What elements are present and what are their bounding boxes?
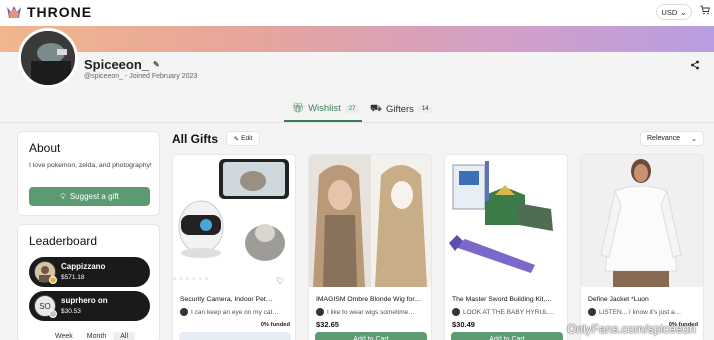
tab-wishlist-label: Wishlist — [308, 103, 341, 114]
period-all[interactable]: All — [113, 332, 136, 340]
sort-select[interactable]: Relevance ⌄ — [640, 131, 704, 146]
add-to-cart-button[interactable]: Add to Cart — [451, 332, 563, 340]
currency-value: USD — [661, 7, 678, 17]
profile-name: Spiceeon_ ✎ — [84, 57, 160, 72]
rank-medal-icon — [49, 276, 57, 284]
gifter-name: Cappizzano — [61, 262, 106, 271]
heart-icon[interactable]: ♡ — [276, 276, 284, 287]
gift-card[interactable]: ○ ○ ○ ○ ○ ○ ♡ Security Camera, Indoor Pe… — [172, 154, 296, 340]
currency-select[interactable]: USD ⌄ — [656, 4, 692, 20]
lightbulb-icon: 💡︎ — [60, 191, 66, 201]
logo[interactable]: THRONE — [6, 4, 92, 20]
image-carousel-dots[interactable]: ○ ○ ○ ○ ○ ○ — [173, 276, 209, 282]
gifter-amount: $571.18 — [61, 274, 85, 281]
gift-note-text: I like to wear wigs sometime… — [327, 308, 415, 316]
gift-note-text: LOOK AT THE BABY HYRUL… — [463, 308, 555, 316]
rank-medal-icon — [49, 310, 57, 318]
suggest-gift-button[interactable]: 💡︎ Suggest a gift — [29, 187, 150, 206]
gift-price: $32.65 — [316, 320, 339, 329]
sort-value: Relevance — [647, 135, 681, 142]
tab-wishlist-count: 27 — [344, 104, 360, 113]
gift-note-text: LISTEN... I know it's just a… — [599, 308, 682, 316]
gift-note: I can keep an eye on my cat… — [180, 307, 292, 317]
profile-banner — [0, 26, 714, 52]
chevron-down-icon: ⌄ — [680, 7, 687, 17]
leaderboard-card: Leaderboard Cappizzano $571.18 SO suprhe… — [17, 224, 160, 340]
gift-image — [173, 155, 295, 287]
tab-gifters-count: 14 — [417, 105, 433, 113]
gift-image — [309, 155, 431, 287]
gift-note: I like to wear wigs sometime… — [316, 307, 428, 317]
gift-price: $30.49 — [452, 320, 475, 329]
about-title: About — [29, 141, 61, 155]
add-to-cart-button[interactable]: Add to Cart — [315, 332, 427, 340]
gift-image — [581, 155, 703, 287]
leaderboard-entry[interactable]: SO suprhero on $30.53 — [29, 291, 150, 321]
note-avatar — [180, 308, 188, 316]
watermark-text: OnlyFans.com/spiceeon — [567, 322, 696, 336]
all-gifts-title: All Gifts — [172, 132, 219, 146]
gifters-icon: ⛟ — [370, 103, 382, 114]
profile-avatar — [18, 28, 78, 88]
leaderboard-period-tabs: Week Month All — [48, 332, 136, 340]
gift-card[interactable]: The Master Sword Building Kit,… LOOK AT … — [444, 154, 568, 340]
gift-note: LISTEN... I know it's just a… — [588, 307, 700, 317]
tab-gifters-label: Gifters — [385, 103, 414, 115]
suggest-gift-label: Suggest a gift — [69, 192, 119, 201]
edit-button[interactable]: ✎ Edit — [226, 131, 260, 146]
tab-gifters[interactable]: ⛟ Gifters 14 — [370, 103, 433, 115]
cart-icon[interactable] — [700, 5, 710, 18]
logo-text: THRONE — [27, 4, 93, 20]
profile-tabs: 🎁︎ Wishlist 27 ⛟ Gifters 14 — [0, 98, 714, 124]
about-text: I love pokemon, zelda, and photography! — [29, 162, 152, 169]
pencil-icon: ✎ — [233, 135, 240, 143]
leaderboard-title: Leaderboard — [29, 234, 98, 248]
share-icon[interactable] — [690, 60, 700, 73]
period-week[interactable]: Week — [48, 332, 80, 340]
gift-note-text: I can keep an eye on my cat… — [191, 308, 279, 316]
gift-image — [445, 155, 567, 287]
gift-icon: 🎁︎ — [292, 103, 305, 114]
tabs-divider — [0, 122, 714, 123]
edit-pencil-icon[interactable]: ✎ — [153, 60, 160, 69]
gift-action-button[interactable] — [179, 332, 291, 340]
gift-card[interactable]: Define Jacket *Luon LISTEN... I know it'… — [580, 154, 704, 340]
leaderboard-entry[interactable]: Cappizzano $571.18 — [29, 257, 150, 287]
period-month[interactable]: Month — [80, 332, 113, 340]
gift-note: LOOK AT THE BABY HYRUL… — [452, 307, 564, 317]
gift-title: IMAGISM Ombre Blonde Wig for… — [316, 296, 422, 303]
crown-logo-icon — [7, 6, 21, 18]
note-avatar — [316, 308, 324, 316]
gift-card[interactable]: IMAGISM Ombre Blonde Wig for… I like to … — [308, 154, 432, 340]
gift-title: The Master Sword Building Kit,… — [452, 296, 553, 303]
chevron-down-icon: ⌄ — [691, 135, 697, 143]
top-nav: THRONE USD ⌄ — [0, 0, 714, 26]
gift-title: Define Jacket *Luon — [588, 296, 649, 303]
tab-wishlist[interactable]: 🎁︎ Wishlist 27 — [292, 103, 360, 114]
gifter-amount: $30.53 — [61, 308, 81, 315]
profile-name-text: Spiceeon_ — [84, 57, 150, 72]
gifter-name: suprhero on — [61, 296, 108, 305]
gift-title: Security Camera, Indoor Pet… — [180, 296, 273, 303]
profile-handle-joined: @spiceeon_ - Joined February 2023 — [84, 73, 198, 80]
gift-funded: 0% funded — [260, 322, 290, 328]
note-avatar — [452, 308, 460, 316]
note-avatar — [588, 308, 596, 316]
about-card: About I love pokemon, zelda, and photogr… — [17, 131, 160, 216]
edit-label: Edit — [241, 135, 253, 142]
